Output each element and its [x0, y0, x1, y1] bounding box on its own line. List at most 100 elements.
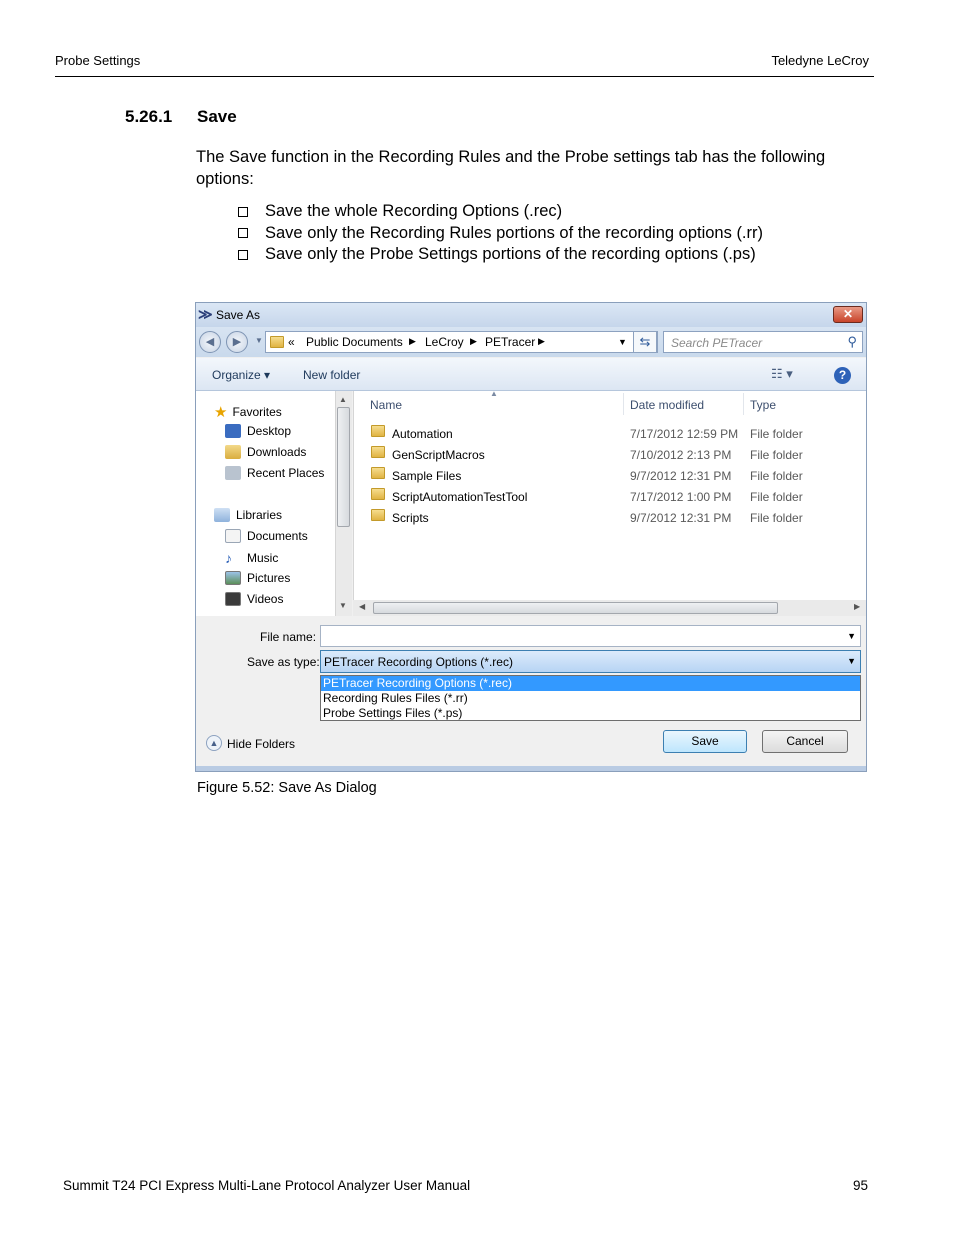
file-name-field[interactable]: ▼: [320, 625, 861, 647]
file-row[interactable]: ScriptAutomationTestTool 7/17/2012 1:00 …: [371, 488, 803, 504]
chevron-right-icon[interactable]: ▶: [409, 336, 416, 347]
dropdown-option[interactable]: Recording Rules Files (*.rr): [321, 691, 860, 706]
recent-pages-dropdown-icon[interactable]: ▼: [255, 336, 263, 345]
file-list-scrollbar-thumb[interactable]: [373, 602, 778, 614]
options-list: Save the whole Recording Options (.rec) …: [236, 201, 763, 266]
intro-paragraph: The Save function in the Recording Rules…: [196, 148, 826, 188]
forward-button[interactable]: ▶: [226, 331, 248, 353]
nav-item-videos[interactable]: Videos: [225, 592, 283, 606]
list-item: Save only the Recording Rules portions o…: [236, 223, 763, 245]
dropdown-option[interactable]: PETracer Recording Options (*.rec): [321, 676, 860, 691]
column-header-type[interactable]: Type: [750, 398, 776, 412]
running-header-left: Probe Settings: [55, 53, 141, 68]
page-number: 95: [853, 1178, 869, 1193]
dialog-bottom-edge: [196, 766, 866, 771]
view-options-icon[interactable]: ☷ ▾: [771, 366, 793, 382]
libraries-icon: [214, 508, 230, 522]
nav-group-libraries[interactable]: Libraries: [214, 508, 282, 522]
new-folder-button[interactable]: New folder: [303, 368, 360, 382]
search-box[interactable]: Search PETracer ⚲: [663, 331, 863, 353]
save-as-type-select[interactable]: PETracer Recording Options (*.rec) ▼: [320, 650, 861, 673]
documents-icon: [225, 529, 241, 543]
nav-item-recent-places[interactable]: Recent Places: [225, 466, 324, 480]
section-number: 5.26.1: [125, 107, 173, 126]
breadcrumb-petracer[interactable]: PETracer: [485, 335, 535, 349]
section-heading: 5.26.1 Save: [125, 107, 237, 127]
nav-item-downloads[interactable]: Downloads: [225, 445, 306, 459]
nav-item-desktop[interactable]: Desktop: [225, 424, 291, 438]
column-header-name[interactable]: Name: [370, 398, 402, 412]
scroll-down-arrow-icon[interactable]: ▼: [339, 601, 347, 610]
navigation-bar: ◀ ▶ ▼ « Public Documents ▶ LeCroy ▶ PETr…: [196, 327, 866, 357]
chevron-right-icon[interactable]: ▶: [538, 336, 545, 347]
list-item: Save only the Probe Settings portions of…: [236, 244, 763, 266]
nav-group-favorites[interactable]: ★ Favorites: [214, 403, 282, 421]
search-icon[interactable]: ⚲: [847, 334, 857, 350]
folder-icon: [371, 467, 385, 479]
column-divider[interactable]: [623, 393, 624, 415]
chevron-down-icon[interactable]: ▼: [847, 631, 856, 641]
folder-icon: [270, 336, 284, 348]
list-item: Save the whole Recording Options (.rec): [236, 201, 763, 223]
nav-item-pictures[interactable]: Pictures: [225, 571, 290, 585]
music-icon: ♪: [225, 550, 232, 566]
column-header-date[interactable]: Date modified: [630, 398, 704, 412]
close-button[interactable]: ✕: [833, 306, 863, 323]
folder-icon: [371, 425, 385, 437]
pictures-icon: [225, 571, 241, 585]
address-overflow[interactable]: «: [288, 335, 295, 349]
dropdown-option[interactable]: Probe Settings Files (*.ps): [321, 706, 860, 721]
chevron-right-icon[interactable]: ▶: [470, 336, 477, 347]
save-as-dialog: ≫ Save As ✕ ◀ ▶ ▼ « Public Documents ▶ L…: [195, 302, 867, 772]
folder-icon: [371, 488, 385, 500]
videos-icon: [225, 592, 241, 606]
command-bar: Organize ▾ New folder ☷ ▾ ?: [196, 358, 866, 391]
file-row[interactable]: Scripts 9/7/2012 12:31 PM File folder: [371, 509, 803, 525]
save-as-type-dropdown-list: PETracer Recording Options (*.rec) Recor…: [320, 675, 861, 721]
address-bar[interactable]: « Public Documents ▶ LeCroy ▶ PETracer ▶…: [265, 331, 658, 353]
search-input[interactable]: Search PETracer: [671, 336, 762, 350]
header-rule: [55, 76, 874, 77]
cancel-button[interactable]: Cancel: [762, 730, 848, 753]
title-bar: ≫ Save As ✕: [196, 303, 866, 327]
nav-scrollbar-thumb[interactable]: [337, 407, 350, 527]
folder-icon: [371, 509, 385, 521]
refresh-button[interactable]: ⇆: [633, 331, 657, 353]
sort-arrow-icon: ▲: [490, 389, 498, 398]
breadcrumb-public-documents[interactable]: Public Documents: [306, 335, 403, 349]
nav-item-documents[interactable]: Documents: [225, 529, 308, 543]
running-header-right: Teledyne LeCroy: [771, 53, 869, 68]
bullet-box-icon: [238, 228, 248, 239]
app-icon: ≫: [198, 306, 213, 322]
desktop-icon: [225, 424, 241, 438]
section-title: Save: [197, 107, 237, 126]
chevron-down-icon[interactable]: ▼: [847, 656, 856, 666]
scroll-left-arrow-icon[interactable]: ◀: [359, 602, 365, 611]
file-row[interactable]: Automation 7/17/2012 12:59 PM File folde…: [371, 425, 803, 441]
nav-item-music[interactable]: ♪ Music: [225, 550, 278, 566]
column-divider[interactable]: [743, 393, 744, 415]
organize-button[interactable]: Organize ▾: [212, 368, 270, 382]
dialog-title: Save As: [216, 308, 261, 322]
file-name-label: File name:: [260, 630, 317, 644]
folder-icon: [371, 446, 385, 458]
save-as-type-label: Save as type:: [247, 655, 320, 669]
footer-title: Summit T24 PCI Express Multi-Lane Protoc…: [63, 1178, 471, 1193]
star-icon: ★: [214, 404, 228, 421]
recent-places-icon: [225, 466, 241, 480]
figure-caption: Figure 5.52: Save As Dialog: [197, 780, 377, 796]
file-row[interactable]: GenScriptMacros 7/10/2012 2:13 PM File f…: [371, 446, 803, 462]
save-button[interactable]: Save: [663, 730, 747, 753]
back-button[interactable]: ◀: [199, 331, 221, 353]
help-icon[interactable]: ?: [834, 367, 851, 384]
hide-folders-button[interactable]: Hide Folders: [227, 737, 295, 751]
scroll-right-arrow-icon[interactable]: ▶: [854, 602, 860, 611]
bullet-box-icon: [238, 206, 248, 217]
bullet-box-icon: [238, 249, 248, 260]
breadcrumb-lecroy[interactable]: LeCroy: [425, 335, 464, 349]
file-row[interactable]: Sample Files 9/7/2012 12:31 PM File fold…: [371, 467, 803, 483]
address-dropdown-icon[interactable]: ▼: [618, 337, 627, 347]
hide-folders-icon[interactable]: ▲: [206, 735, 222, 751]
scroll-up-arrow-icon[interactable]: ▲: [339, 395, 347, 404]
downloads-icon: [225, 445, 241, 459]
